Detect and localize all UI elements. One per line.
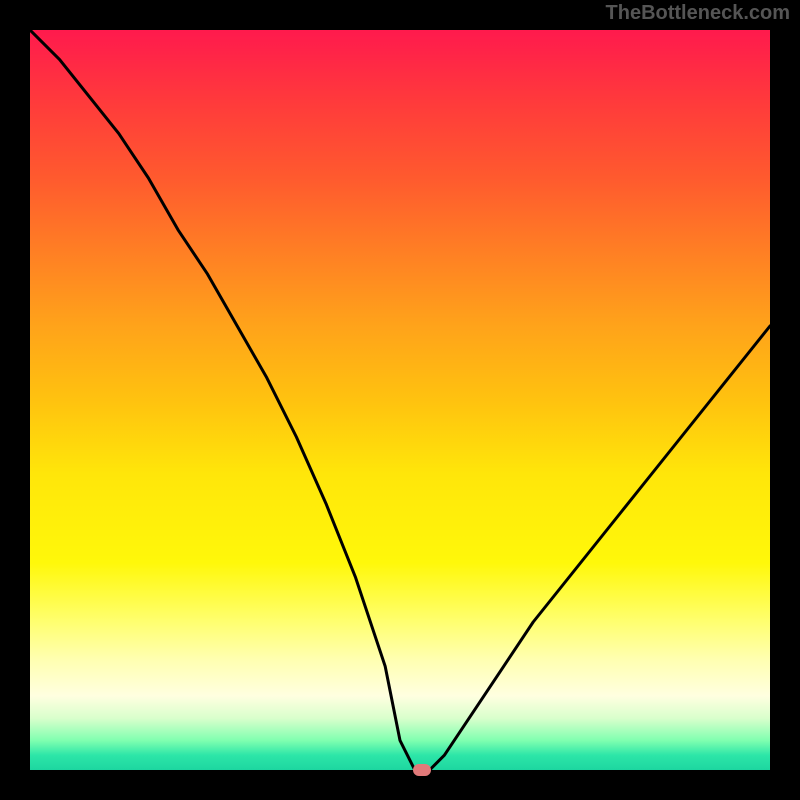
optimal-point-marker (413, 764, 431, 776)
chart-plot-area (30, 30, 770, 770)
watermark-text: TheBottleneck.com (606, 2, 790, 25)
bottleneck-curve (30, 30, 770, 770)
